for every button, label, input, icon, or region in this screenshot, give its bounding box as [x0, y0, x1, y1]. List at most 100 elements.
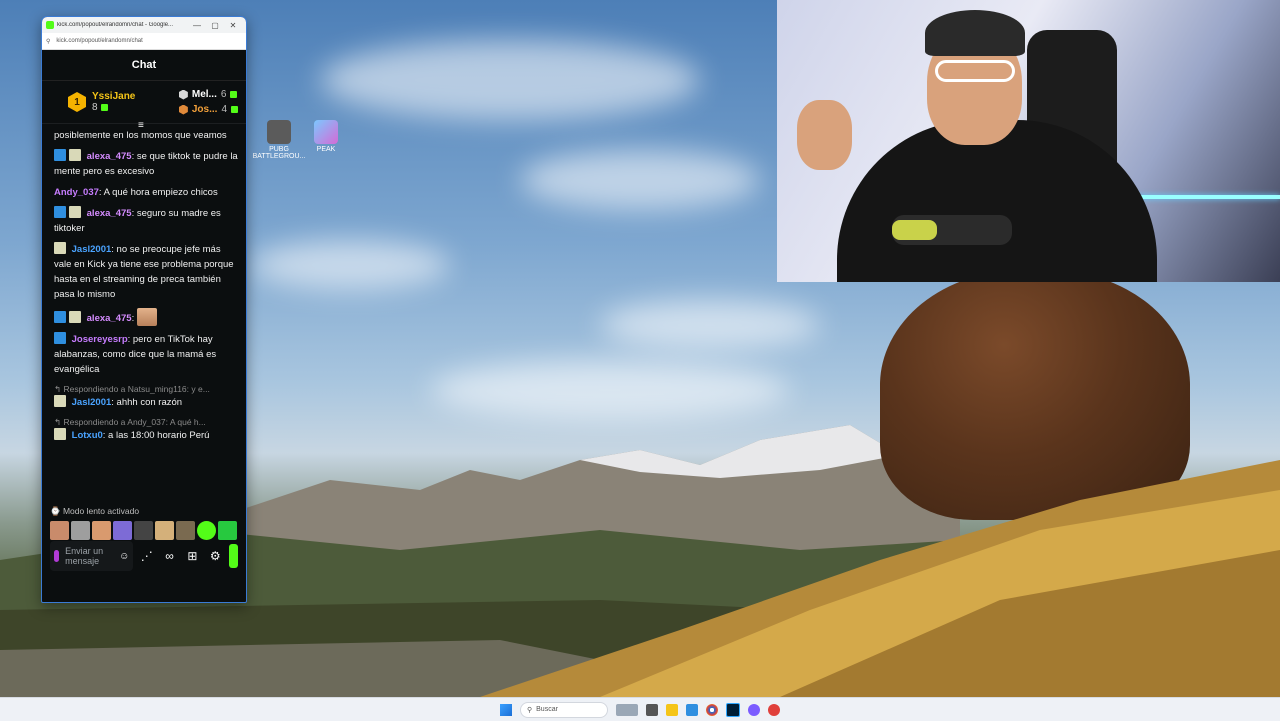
gift-icon[interactable]: ⊞ — [183, 549, 202, 563]
expand-leaderboard-icon[interactable]: ≡ — [138, 120, 144, 131]
quick-emote-icon[interactable] — [50, 521, 69, 540]
taskbar-app-icon[interactable] — [768, 703, 780, 716]
taskbar-app-icon[interactable] — [748, 703, 760, 716]
windows-taskbar: ⚲ Buscar — [0, 697, 1280, 721]
maximize-button[interactable]: ▢ — [206, 21, 224, 30]
leader-count: 6 — [220, 89, 227, 100]
slow-mode-text: Modo lento activado — [62, 506, 140, 516]
leaderboard-runners-up: Mel... 6 Jos... 4 — [178, 89, 238, 115]
quick-emote-icon[interactable] — [71, 521, 90, 540]
site-info-icon[interactable]: ⚲ — [46, 38, 50, 45]
verified-badge-icon — [54, 149, 66, 161]
message-username[interactable]: Josereyesrp — [72, 334, 128, 345]
leader-count: 4 — [221, 104, 227, 115]
gift-leaderboard: 1 YssiJane 8 Mel... 6 Jos... 4 ≡ — [42, 81, 246, 131]
desktop-icon-peak[interactable]: PEAK — [296, 120, 356, 153]
chat-message: Josereyesrp: pero en TikTok hay alabanza… — [54, 332, 238, 377]
reply-context[interactable]: ↰ Respondiendo a Natsu_ming116: y e... — [54, 383, 238, 395]
infinity-icon[interactable]: ∞ — [160, 549, 179, 563]
chrome-icon[interactable] — [706, 703, 718, 716]
leaderboard-first[interactable]: 1 YssiJane 8 — [68, 91, 135, 113]
chat-popout-window: kick.com/popout/elrandomn/chat - Google.… — [41, 16, 247, 603]
streamer-hand — [797, 100, 852, 170]
emoji-icon[interactable]: ☺ — [119, 551, 129, 562]
gear-icon[interactable]: ⚙ — [206, 549, 225, 563]
windows-start-icon[interactable] — [500, 703, 512, 716]
message-username[interactable]: Lotxu0 — [72, 430, 103, 441]
chat-message: Jasl2001: ahhh con razón — [54, 395, 238, 410]
message-username[interactable]: alexa_475 — [87, 208, 132, 219]
chat-message-list[interactable]: posiblemente en los momos que veamos ale… — [42, 124, 246, 500]
chat-input-placeholder: Enviar un mensaje — [65, 546, 104, 566]
file-explorer-icon[interactable] — [666, 703, 678, 716]
quick-emote-icon[interactable] — [218, 521, 237, 540]
message-username[interactable]: Jasl2001 — [72, 244, 112, 255]
chat-message: posiblemente en los momos que veamos — [54, 128, 238, 143]
message-username[interactable]: Jasl2001 — [72, 397, 112, 408]
message-text: : — [131, 313, 135, 324]
leaderboard-second[interactable]: Mel... 6 — [178, 89, 238, 100]
slow-mode-icon: ⌚ — [50, 506, 61, 516]
streamer-cap — [925, 10, 1025, 56]
webcam-overlay — [777, 0, 1280, 282]
quick-emote-icon[interactable] — [113, 521, 132, 540]
message-text: posiblemente en los momos que veamos — [54, 130, 227, 141]
reply-context-text: Respondiendo a Andy_037: A qué h... — [63, 417, 206, 427]
leader-name: Mel... — [191, 89, 217, 100]
face-emote-icon[interactable] — [136, 308, 157, 326]
quick-emote-icon[interactable] — [134, 521, 153, 540]
verified-badge-icon — [54, 311, 66, 323]
taskbar-search[interactable]: ⚲ Buscar — [520, 701, 608, 718]
kick-gem-icon — [231, 106, 238, 113]
microphone-grill — [892, 220, 937, 240]
microphone-icon[interactable] — [54, 550, 60, 562]
leader-count: 8 — [92, 102, 98, 113]
chat-message: Lotxu0: a las 18:00 horario Perú — [54, 428, 238, 443]
address-bar[interactable]: ⚲ kick.com/popout/elrandomn/chat — [42, 33, 246, 50]
quick-emote-icon[interactable] — [197, 521, 216, 540]
subscriber-badge-icon — [54, 428, 66, 440]
taskbar-app-icon[interactable] — [646, 703, 658, 716]
chat-input-row: Enviar un mensaje ☺ ⋰ ∞ ⊞ ⚙ — [42, 540, 246, 572]
leader-count-row: 8 — [92, 102, 135, 113]
search-icon: ⚲ — [527, 706, 533, 714]
quick-emote-icon[interactable] — [176, 521, 195, 540]
quick-emote-bar — [42, 521, 246, 540]
taskbar-app-icon[interactable] — [686, 703, 698, 716]
url-text: kick.com/popout/elrandomn/chat — [56, 38, 143, 44]
photoshop-icon[interactable] — [726, 702, 740, 717]
message-username[interactable]: Andy_037 — [54, 187, 99, 198]
message-username[interactable]: alexa_475 — [87, 313, 132, 324]
subscriber-badge-icon — [54, 242, 66, 254]
message-text: : se que tiktok te pudre la mente pero e… — [54, 151, 238, 177]
subscriber-badge-icon — [54, 395, 66, 407]
rank-badge-icon: 1 — [68, 92, 86, 112]
reply-context[interactable]: ↰ Respondiendo a Andy_037: A qué h... — [54, 416, 238, 428]
verified-badge-icon — [54, 332, 66, 344]
chat-message: alexa_475: se que tiktok te pudre la men… — [54, 149, 238, 179]
minimize-button[interactable]: — — [188, 21, 206, 30]
close-button[interactable]: ✕ — [224, 21, 242, 30]
message-text: : A qué hora empiezo chicos — [98, 187, 218, 198]
slow-mode-notice: ⌚ Modo lento activado — [42, 500, 246, 521]
search-placeholder: Buscar — [536, 706, 558, 713]
streamer-glasses — [935, 60, 1015, 82]
verified-badge-icon — [54, 206, 66, 218]
taskbar-app-icon[interactable] — [616, 703, 638, 716]
share-icon[interactable]: ⋰ — [137, 549, 156, 563]
quick-emote-icon[interactable] — [155, 521, 174, 540]
chat-message-input[interactable]: Enviar un mensaje ☺ — [50, 541, 134, 571]
subscriber-badge-icon — [69, 311, 81, 323]
chat-message: alexa_475: — [54, 308, 238, 326]
kick-gem-icon — [230, 91, 238, 98]
quick-emote-icon[interactable] — [92, 521, 111, 540]
bronze-rank-icon — [178, 104, 188, 115]
reply-context-text: Respondiendo a Natsu_ming116: y e... — [63, 384, 210, 394]
message-username[interactable]: alexa_475 — [87, 151, 132, 162]
send-button[interactable] — [228, 544, 239, 568]
chat-header: Chat — [42, 50, 246, 81]
leaderboard-third[interactable]: Jos... 4 — [178, 104, 238, 115]
chat-message: Andy_037: A qué hora empiezo chicos — [54, 185, 238, 200]
kick-gem-icon — [100, 104, 108, 111]
chat-message: alexa_475: seguro su madre es tiktoker — [54, 206, 238, 236]
